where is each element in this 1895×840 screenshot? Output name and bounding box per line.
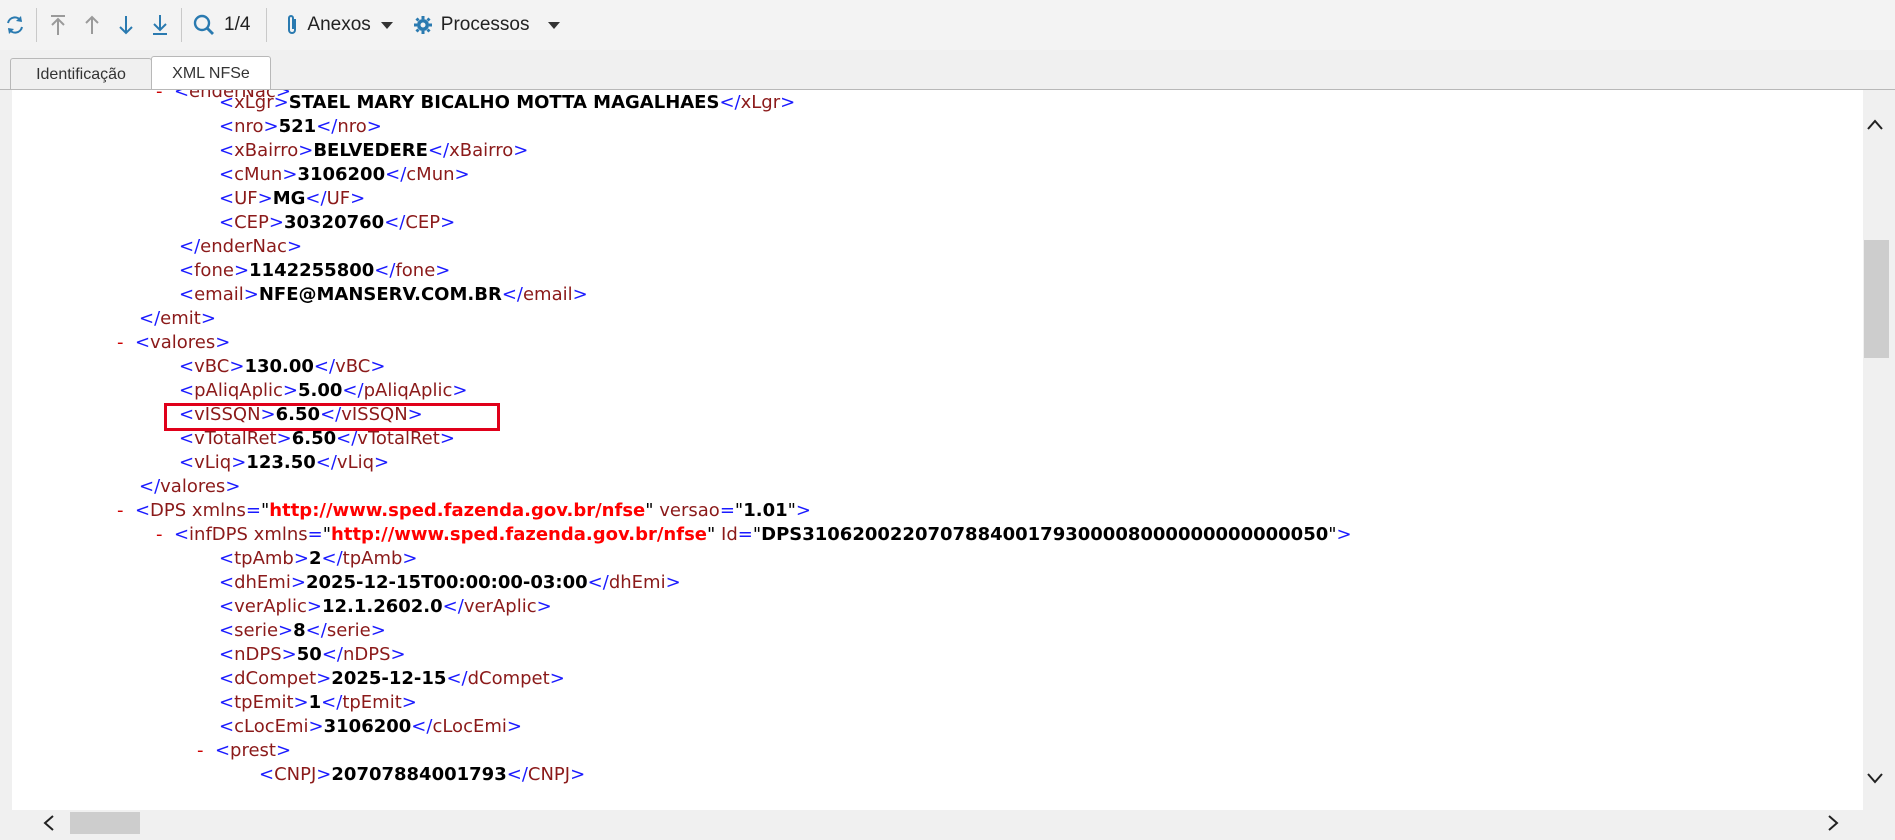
- xml-line-clocemi: <cLocEmi>3106200</cLocEmi>: [219, 716, 522, 737]
- xml-line-vbc: <vBC>130.00</vBC>: [179, 356, 386, 377]
- xml-line-vliq: <vLiq>123.50</vLiq>: [179, 452, 390, 473]
- highlight-box: [164, 403, 500, 431]
- collapse-toggle[interactable]: -: [197, 740, 204, 761]
- vertical-scroll-thumb[interactable]: [1864, 240, 1889, 358]
- xml-viewer[interactable]: - <enderNac> <xLgr>STAEL MARY BICALHO MO…: [12, 90, 1863, 810]
- attachments-label: Anexos: [307, 14, 371, 35]
- arrow-last-icon: [149, 13, 171, 37]
- xml-node-infdps: - <infDPS xmlns="http://www.sped.fazenda…: [156, 524, 1352, 545]
- collapse-toggle[interactable]: -: [156, 90, 163, 102]
- refresh-button[interactable]: [0, 5, 32, 45]
- tab-label: Identificação: [36, 65, 126, 83]
- xml-node-valores: - <valores>: [117, 332, 231, 353]
- xml-line-dhemi: <dhEmi>2025-12-15T00:00:00-03:00</dhEmi>: [219, 572, 681, 593]
- xml-line-cnpj: <CNPJ>20707884001793</CNPJ>: [259, 764, 586, 785]
- chevron-right-icon[interactable]: [1826, 814, 1840, 837]
- xml-line-xbairro: <xBairro>BELVEDERE</xBairro>: [219, 140, 529, 161]
- xml-node-prest: - <prest>: [197, 740, 292, 761]
- processes-label: Processos: [440, 14, 530, 35]
- xml-line-cep: <CEP>30320760</CEP>: [219, 212, 456, 233]
- arrow-down-icon: [115, 13, 137, 37]
- chevron-down-icon[interactable]: [1866, 771, 1884, 790]
- xml-line-xlgr: <xLgr>STAEL MARY BICALHO MOTTA MAGALHAES…: [219, 92, 796, 113]
- search-button[interactable]: 1/4: [186, 5, 256, 45]
- arrow-first-icon: [47, 13, 69, 37]
- chevron-down-icon: [547, 21, 560, 29]
- collapse-toggle[interactable]: -: [117, 332, 124, 353]
- toolbar-separator: [266, 8, 268, 42]
- collapse-toggle[interactable]: -: [156, 524, 163, 545]
- xml-line-uf: <UF>MG</UF>: [219, 188, 366, 209]
- tab-label: XML NFSe: [172, 65, 250, 82]
- arrow-up-icon: [81, 13, 103, 37]
- xml-line-email: <email>NFE@MANSERV.COM.BR</email>: [179, 284, 588, 305]
- attachments-dropdown[interactable]: Anexos: [279, 5, 398, 45]
- processes-dropdown[interactable]: Processos: [407, 5, 566, 45]
- toolbar-separator: [181, 8, 182, 42]
- xml-line-cmun: <cMun>3106200</cMun>: [219, 164, 470, 185]
- xml-line-tpemit: <tpEmit>1</tpEmit>: [219, 692, 417, 713]
- toolbar-separator: [36, 8, 37, 42]
- xml-node-dps: - <DPS xmlns="http://www.sped.fazenda.go…: [117, 500, 811, 521]
- xml-line-ndps: <nDPS>50</nDPS>: [219, 644, 406, 665]
- record-counter: 1/4: [224, 14, 251, 35]
- xml-line-serie: <serie>8</serie>: [219, 620, 386, 641]
- paperclip-icon: [285, 13, 299, 37]
- tab-identificacao[interactable]: Identificação: [10, 58, 152, 90]
- chevron-up-icon[interactable]: [1866, 118, 1884, 137]
- tab-bar: Identificação XML NFSe: [0, 50, 1895, 91]
- gear-icon: [413, 15, 433, 35]
- xml-line-endernac-close: </enderNac>: [179, 236, 303, 257]
- horizontal-scroll-thumb[interactable]: [70, 812, 140, 834]
- xml-line-valores-close: </valores>: [139, 476, 241, 497]
- xml-line-emit-close: </emit>: [139, 308, 216, 329]
- horizontal-scrollbar[interactable]: [12, 810, 1895, 840]
- xml-line-nro: <nro>521</nro>: [219, 116, 382, 137]
- xml-line-dcompet: <dCompet>2025-12-15</dCompet>: [219, 668, 565, 689]
- tab-xml-nfse[interactable]: XML NFSe: [151, 56, 271, 91]
- toolbar: 1/4 Anexos Processos: [0, 0, 1895, 50]
- vertical-scrollbar[interactable]: [1863, 90, 1895, 810]
- chevron-down-icon: [380, 21, 393, 29]
- collapse-toggle[interactable]: -: [117, 500, 124, 521]
- previous-record-button[interactable]: [75, 5, 109, 45]
- next-record-button[interactable]: [109, 5, 143, 45]
- refresh-icon: [4, 14, 26, 36]
- xml-line-fone: <fone>1142255800</fone>: [179, 260, 451, 281]
- xml-line-tpamb: <tpAmb>2</tpAmb>: [219, 548, 418, 569]
- first-record-button[interactable]: [41, 5, 75, 45]
- xml-line-paliqaplic: <pAliqAplic>5.00</pAliqAplic>: [179, 380, 468, 401]
- last-record-button[interactable]: [143, 5, 177, 45]
- search-icon: [192, 13, 216, 37]
- chevron-left-icon[interactable]: [42, 814, 56, 837]
- xml-line-veraplic: <verAplic>12.1.2602.0</verAplic>: [219, 596, 552, 617]
